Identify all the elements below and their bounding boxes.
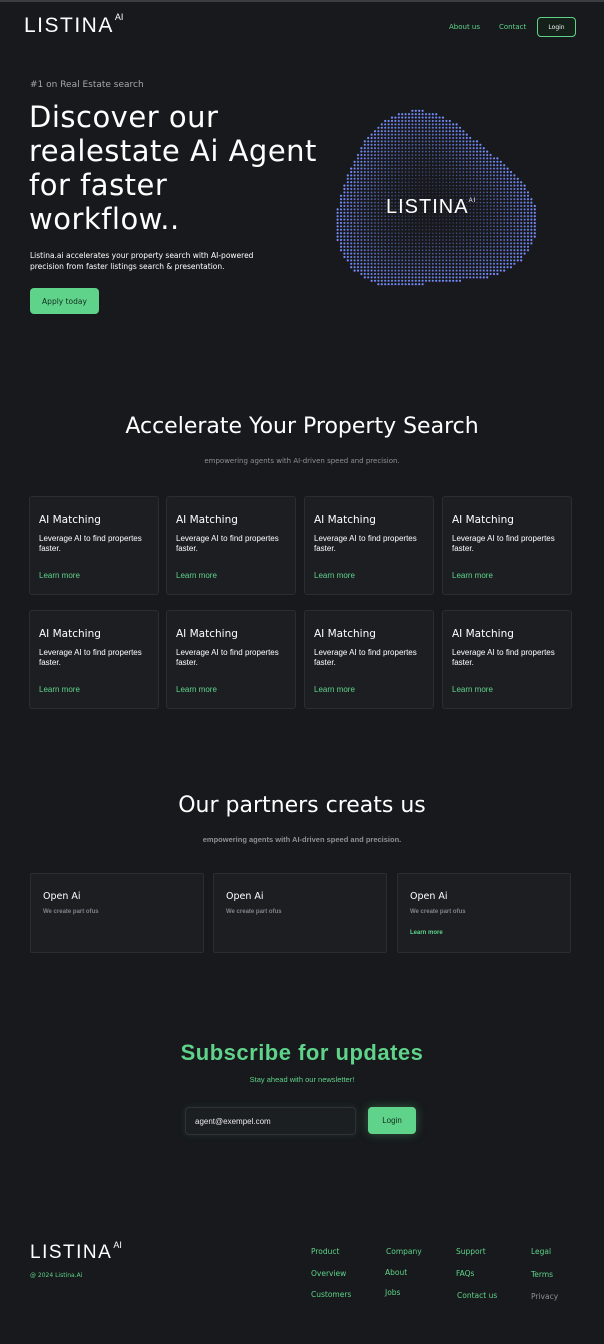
- footer-link-privacy[interactable]: Privacy: [531, 1292, 558, 1301]
- footer-link-jobs[interactable]: Jobs: [385, 1288, 400, 1297]
- feature-card-title: AI Matching: [314, 514, 376, 526]
- feature-card-title: AI Matching: [176, 628, 238, 640]
- feature-card-title: AI Matching: [314, 628, 376, 640]
- learn-more-link[interactable]: Learn more: [314, 685, 355, 694]
- footer-link-faqs[interactable]: FAQs: [456, 1269, 474, 1278]
- footer-heading-company: Company: [386, 1247, 422, 1256]
- feature-card: AI Matching Leverage AI to find properte…: [166, 496, 296, 595]
- apply-today-button[interactable]: Apply today: [30, 288, 99, 314]
- feature-card-title: AI Matching: [39, 514, 101, 526]
- header-logo[interactable]: LISTINAAI: [24, 12, 123, 38]
- features-subtitle: empowering agents with AI-driven speed a…: [204, 457, 400, 465]
- hero-kicker: #1 on Real Estate search: [30, 80, 144, 90]
- partner-card: Open Ai We create part ofus: [30, 873, 204, 953]
- features-title: Accelerate Your Property Search: [125, 414, 479, 439]
- footer-heading-product: Product: [311, 1247, 340, 1256]
- footer-link-contact-us[interactable]: Contact us: [457, 1291, 497, 1300]
- feature-card: AI Matching Leverage AI to find properte…: [166, 610, 296, 709]
- nav-contact-link[interactable]: Contact: [499, 23, 526, 31]
- footer-link-overview[interactable]: Overview: [311, 1269, 346, 1278]
- partner-learn-more-link[interactable]: Learn more: [410, 930, 443, 936]
- footer-heading-support: Support: [456, 1247, 486, 1256]
- feature-card-description: Leverage AI to find propertes faster.: [452, 648, 555, 667]
- feature-card-description: Leverage AI to find propertes faster.: [314, 648, 417, 667]
- footer-link-customers[interactable]: Customers: [311, 1290, 351, 1299]
- subscribe-login-button[interactable]: Login: [368, 1107, 416, 1134]
- partner-card-description: We create part ofus: [226, 909, 282, 915]
- partners-title: Our partners creats us: [178, 793, 426, 818]
- partner-card: Open Ai We create part ofus Learn more: [397, 873, 571, 953]
- subscribe-title: Subscribe for updates: [180, 1040, 424, 1065]
- feature-card-description: Leverage AI to find propertes faster.: [176, 534, 279, 553]
- header-login-button[interactable]: Login: [537, 17, 576, 37]
- learn-more-link[interactable]: Learn more: [176, 685, 217, 694]
- subscribe-tagline: Stay ahead with our newsletter!: [249, 1075, 355, 1084]
- feature-card: AI Matching Leverage AI to find properte…: [29, 496, 159, 595]
- feature-card: AI Matching Leverage AI to find properte…: [442, 496, 572, 595]
- hero-title: Discover our realestate Ai Agent for fas…: [29, 100, 317, 236]
- learn-more-link[interactable]: Learn more: [452, 685, 493, 694]
- partner-card-description: We create part ofus: [43, 909, 99, 915]
- learn-more-link[interactable]: Learn more: [176, 571, 217, 580]
- learn-more-link[interactable]: Learn more: [452, 571, 493, 580]
- hero-orb-logo: LISTINAAI: [386, 196, 477, 218]
- feature-card: AI Matching Leverage AI to find properte…: [29, 610, 159, 709]
- partners-subtitle: empowering agents with AI-driven speed a…: [202, 835, 402, 844]
- feature-card-description: Leverage AI to find propertes faster.: [452, 534, 555, 553]
- feature-card-title: AI Matching: [452, 628, 514, 640]
- feature-card-title: AI Matching: [39, 628, 101, 640]
- feature-card: AI Matching Leverage AI to find properte…: [304, 496, 434, 595]
- feature-card: AI Matching Leverage AI to find properte…: [442, 610, 572, 709]
- feature-card: AI Matching Leverage AI to find properte…: [304, 610, 434, 709]
- partner-card: Open Ai We create part ofus: [213, 873, 387, 953]
- feature-card-description: Leverage AI to find propertes faster.: [314, 534, 417, 553]
- hero-description: Listina.ai accelerates your property sea…: [30, 251, 254, 271]
- footer-logo[interactable]: LISTINAAI: [30, 1240, 122, 1264]
- newsletter-email-input[interactable]: [185, 1107, 356, 1135]
- partner-card-title: Open Ai: [43, 891, 81, 902]
- feature-card-description: Leverage AI to find propertes faster.: [176, 648, 279, 667]
- learn-more-link[interactable]: Learn more: [39, 571, 80, 580]
- learn-more-link[interactable]: Learn more: [39, 685, 80, 694]
- nav-about-link[interactable]: About us: [449, 23, 480, 31]
- feature-card-title: AI Matching: [452, 514, 514, 526]
- footer-link-about[interactable]: About: [385, 1268, 407, 1277]
- partner-card-title: Open Ai: [226, 891, 264, 902]
- footer-heading-legal: Legal: [531, 1247, 552, 1256]
- footer-copyright: @ 2024 Listina.Ai: [30, 1272, 83, 1279]
- learn-more-link[interactable]: Learn more: [314, 571, 355, 580]
- feature-card-title: AI Matching: [176, 514, 238, 526]
- window-top-border: [0, 0, 604, 2]
- partner-card-title: Open Ai: [410, 891, 448, 902]
- feature-card-description: Leverage AI to find propertes faster.: [39, 534, 142, 553]
- partner-card-description: We create part ofus: [410, 909, 466, 915]
- footer-link-terms[interactable]: Terms: [531, 1270, 553, 1279]
- feature-card-description: Leverage AI to find propertes faster.: [39, 648, 142, 667]
